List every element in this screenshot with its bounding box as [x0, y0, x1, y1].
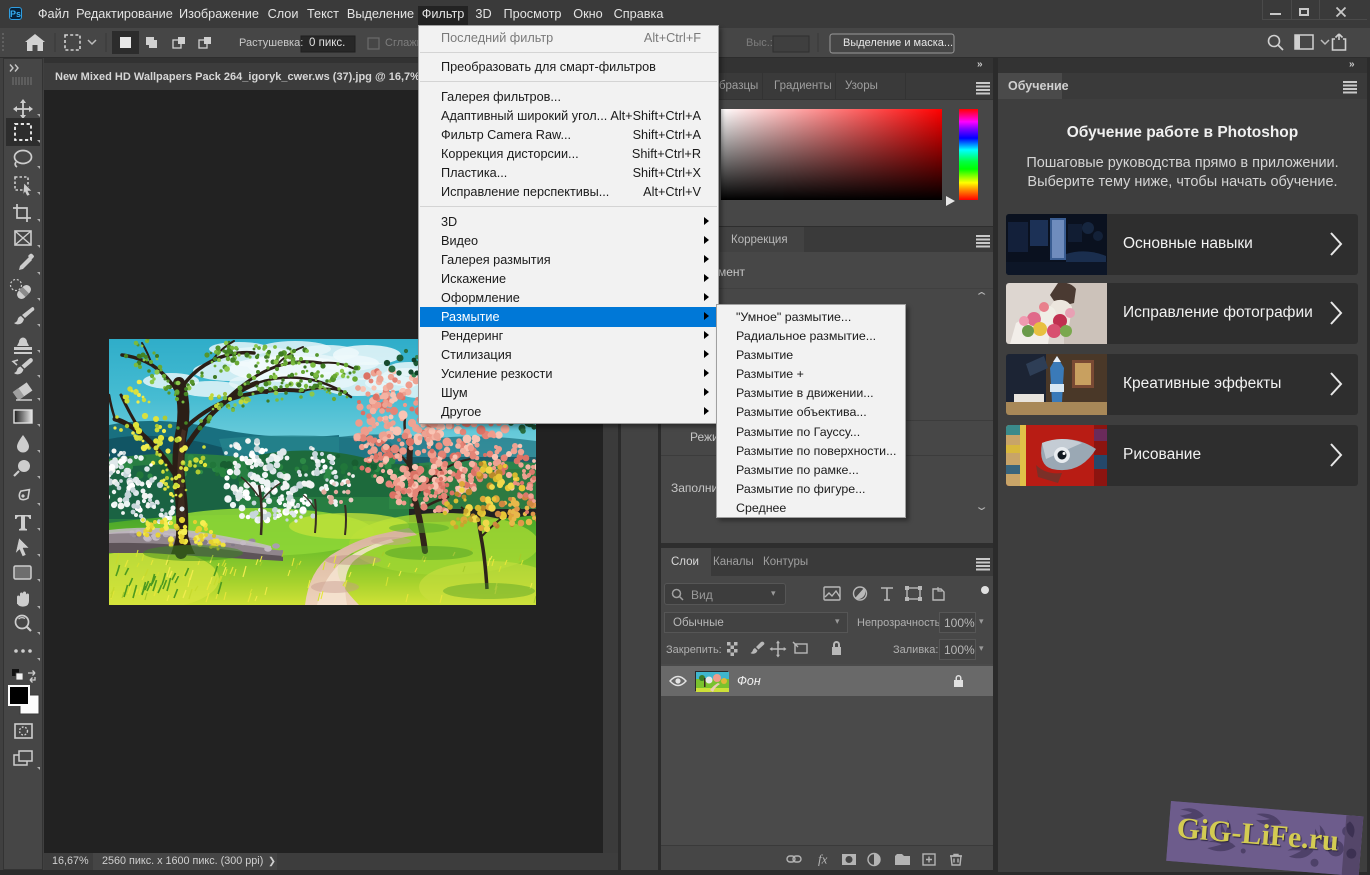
- svg-text:fx: fx: [818, 852, 828, 867]
